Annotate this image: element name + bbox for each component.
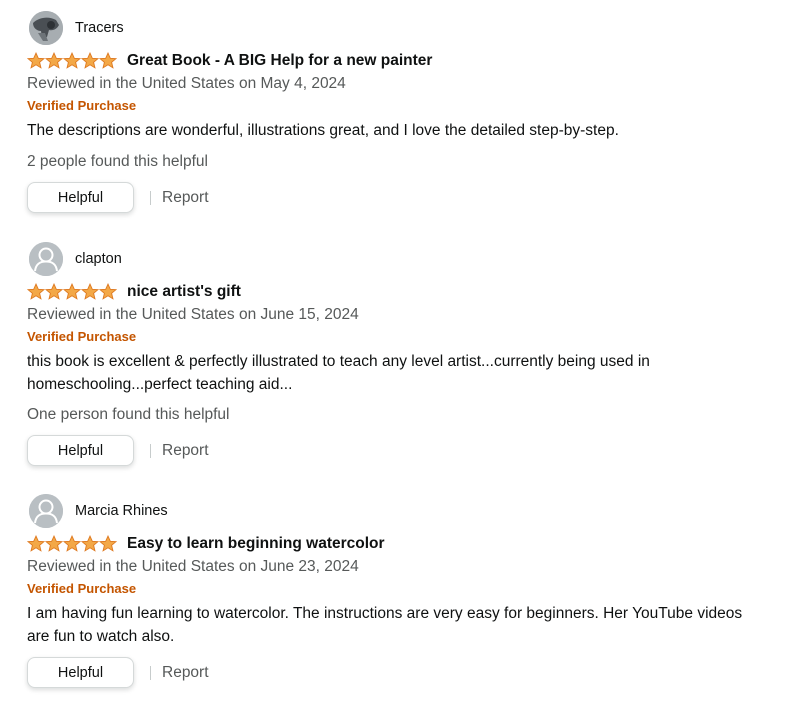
review-title-link[interactable]: Great Book - A BIG Help for a new painte… (127, 52, 432, 70)
review: Tracers Great Book - A BIG Help for a ne… (27, 11, 787, 221)
review-body: I am having fun learning to watercolor. … (27, 605, 743, 645)
star-icon (63, 52, 81, 69)
star-rating[interactable] (27, 52, 117, 70)
star-icon (45, 535, 63, 552)
report-link[interactable]: Report (162, 442, 209, 460)
helpful-button[interactable]: Helpful (27, 657, 134, 688)
verified-purchase-badge[interactable]: Verified Purchase (27, 329, 136, 344)
reviewer-name[interactable]: Tracers (75, 20, 124, 36)
helpful-count: 2 people found this helpful (27, 153, 208, 170)
divider (150, 665, 151, 680)
verified-purchase-badge[interactable]: Verified Purchase (27, 581, 136, 596)
default-avatar-icon[interactable] (29, 242, 63, 276)
reviewer-profile[interactable]: clapton (29, 242, 122, 276)
star-icon (81, 52, 99, 69)
helpful-count: One person found this helpful (27, 406, 230, 423)
star-rating[interactable] (27, 283, 117, 301)
reviewer-profile[interactable]: Marcia Rhines (29, 494, 168, 528)
star-icon (99, 52, 117, 69)
star-icon (45, 283, 63, 300)
verified-purchase-badge[interactable]: Verified Purchase (27, 98, 136, 113)
divider (150, 190, 151, 205)
helpful-button[interactable]: Helpful (27, 435, 134, 466)
reviewer-name[interactable]: clapton (75, 251, 122, 267)
review: Marcia Rhines Easy to learn beginning wa… (27, 494, 787, 694)
star-icon (81, 283, 99, 300)
review: clapton nice artist's gift Reviewed in t… (27, 242, 787, 472)
star-icon (99, 535, 117, 552)
star-icon (45, 52, 63, 69)
review-title-link[interactable]: nice artist's gift (127, 283, 241, 301)
review-date: Reviewed in the United States on May 4, … (27, 75, 346, 92)
default-avatar-icon[interactable] (29, 494, 63, 528)
helpful-button[interactable]: Helpful (27, 182, 134, 213)
star-icon (27, 52, 45, 69)
star-icon (63, 535, 81, 552)
reviewer-name[interactable]: Marcia Rhines (75, 503, 168, 519)
review-date: Reviewed in the United States on June 23… (27, 558, 359, 575)
divider (150, 443, 151, 458)
star-icon (99, 283, 117, 300)
review-title-link[interactable]: Easy to learn beginning watercolor (127, 535, 385, 553)
star-rating[interactable] (27, 535, 117, 553)
reviewer-profile[interactable]: Tracers (29, 11, 124, 45)
report-link[interactable]: Report (162, 664, 209, 682)
report-link[interactable]: Report (162, 189, 209, 207)
star-icon (27, 535, 45, 552)
star-icon (81, 535, 99, 552)
star-icon (63, 283, 81, 300)
photo-avatar-icon[interactable] (29, 11, 63, 45)
review-body: The descriptions are wonderful, illustra… (27, 122, 619, 139)
star-icon (27, 283, 45, 300)
review-date: Reviewed in the United States on June 15… (27, 306, 359, 323)
review-body: this book is excellent & perfectly illus… (27, 353, 650, 393)
